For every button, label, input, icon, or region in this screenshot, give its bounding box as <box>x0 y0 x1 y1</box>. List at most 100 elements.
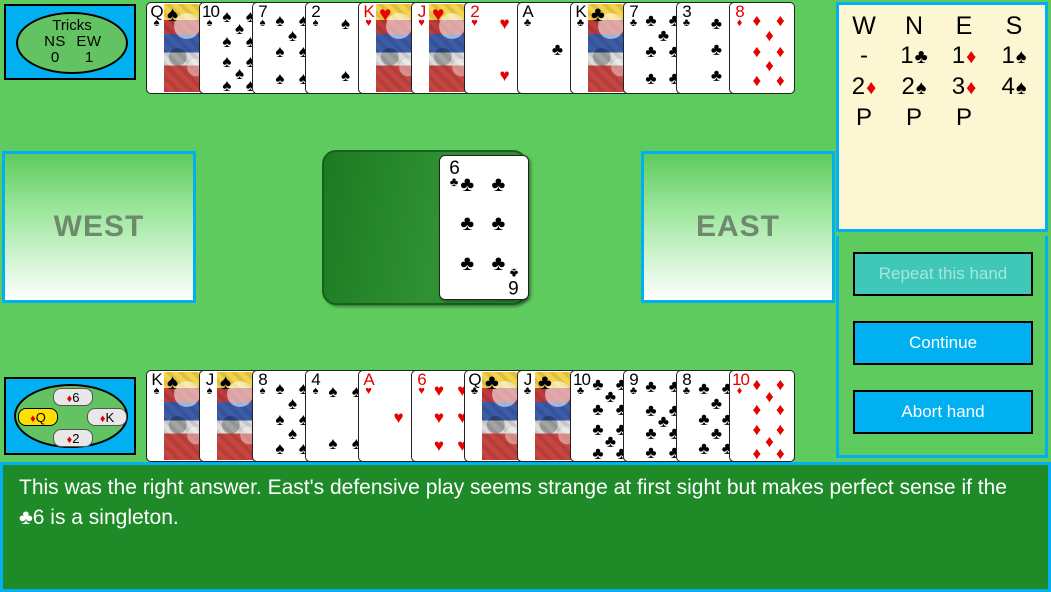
card-pip: ♥ <box>499 65 510 85</box>
card-pip: ♣ <box>698 378 710 398</box>
card-corner: 10 ♠ <box>202 2 220 29</box>
card-corner: 8 ♦ <box>735 2 744 29</box>
card-corner: 2 ♥ <box>470 2 479 29</box>
card-suit-symbol: ♣ <box>591 3 605 26</box>
bidding-header-n: N <box>904 12 924 40</box>
card-pip: ♦ <box>765 387 774 407</box>
card-pip: ♠ <box>340 65 351 85</box>
card-corner: 8 ♠ <box>258 370 267 397</box>
card-corner: K ♠ <box>151 370 162 397</box>
card-pip: ♣ <box>710 423 723 443</box>
seat-panel-west[interactable]: WEST <box>2 151 196 303</box>
tricks-oval: Tricks NS EW 01 <box>16 12 128 74</box>
card-pip: ♦ <box>765 432 774 452</box>
bid-cell: - <box>860 42 868 69</box>
tricks-side-labels: NS EW <box>18 34 126 50</box>
abort-hand-button[interactable]: Abort hand <box>853 390 1033 434</box>
played-card-pip: ♣ <box>491 212 506 236</box>
previous-trick-card-west: ♦Q <box>18 408 58 426</box>
card-pip: ♠ <box>275 378 285 398</box>
card-corner: J ♥ <box>417 2 427 29</box>
bid-cell: 4♠ <box>1001 73 1027 100</box>
card-pip: ♦ <box>752 10 762 30</box>
playing-card[interactable]: 8 ♦ ♦ ♦ ♦ ♦ ♦ ♦ ♦ ♦ <box>729 2 795 94</box>
card-pip: ♣ <box>645 377 657 397</box>
card-pip: ♠ <box>328 382 338 402</box>
card-corner: A ♣ <box>522 2 533 29</box>
card-pip: ♠ <box>222 31 232 51</box>
card-pip: ♠ <box>275 69 285 89</box>
card-pip: ♦ <box>775 420 785 440</box>
card-pip: ♠ <box>275 41 285 61</box>
card-corner: 6 ♥ <box>417 370 426 397</box>
repeat-hand-label: Repeat this hand <box>878 264 1008 283</box>
card-pip: ♠ <box>275 439 285 459</box>
card-pip: ♦ <box>775 444 785 462</box>
bidding-header-e: E <box>955 12 973 40</box>
tricks-value-ew: 1 <box>84 49 94 66</box>
seat-panel-east[interactable]: EAST <box>641 151 835 303</box>
card-pip: ♣ <box>710 14 723 34</box>
game-table: Tricks NS EW 01 ♦6 ♦Q ♦K ♦2 Q ♠ ♠ 10 ♠ ♠ ♠ ♠ ♠ ♠ ♠ ♠… <box>0 0 1051 462</box>
previous-trick-card-north: ♦6 <box>53 388 93 406</box>
card-pip: ♦ <box>752 444 762 462</box>
bid-cell <box>989 103 1039 133</box>
card-pip: ♦ <box>775 41 785 61</box>
tricks-values: 01 <box>18 50 126 66</box>
card-suit-symbol: ♥ <box>432 3 445 26</box>
bid-cell: 1♠ <box>1001 42 1027 69</box>
card-pip: ♣ <box>698 439 710 459</box>
card-pip: ♦ <box>775 375 785 395</box>
card-pip: ♣ <box>592 375 604 395</box>
card-corner: J ♠ <box>205 370 215 397</box>
card-pip: ♣ <box>592 444 604 462</box>
previous-trick-oval: ♦6 ♦Q ♦K ♦2 <box>14 384 128 448</box>
card-pip: ♦ <box>775 71 785 91</box>
bid-cell: P <box>955 104 972 131</box>
button-column: Repeat this hand Continue Abort hand <box>836 236 1048 458</box>
card-pip: ♥ <box>433 408 444 428</box>
card-pip: ♦ <box>775 10 785 30</box>
card-corner: Q ♣ <box>468 370 481 397</box>
card-suit-symbol: ♥ <box>379 3 392 26</box>
card-pips: ♦ ♦ ♦ ♦ ♦ ♦ ♦ ♦ ♦ ♦ <box>747 373 792 462</box>
card-corner: A ♥ <box>363 370 374 397</box>
card-pip: ♣ <box>645 41 657 61</box>
card-corner: Q ♠ <box>150 2 163 29</box>
bid-cell: 2♠ <box>901 73 927 100</box>
card-suit-symbol: ♣ <box>538 371 552 394</box>
tricks-title: Tricks <box>52 17 92 34</box>
played-card-pip: ♣ <box>460 251 475 275</box>
card-pip: ♠ <box>287 394 298 414</box>
card-corner: 7 ♣ <box>629 2 638 29</box>
played-card-east: 6 ♣ 6 ♣ ♣ ♣ ♣ ♣ ♣ ♣ <box>439 155 529 300</box>
card-pip: ♠ <box>275 409 285 429</box>
card-pip: ♦ <box>752 399 762 419</box>
bidding-header-row: WN E S <box>839 11 1045 41</box>
playing-card[interactable]: 10 ♦ ♦ ♦ ♦ ♦ ♦ ♦ ♦ ♦ ♦ ♦ <box>729 370 795 462</box>
seat-label-east: EAST <box>695 210 780 243</box>
previous-trick-indicator[interactable]: ♦6 ♦Q ♦K ♦2 <box>4 377 136 455</box>
continue-button[interactable]: Continue <box>853 321 1033 365</box>
card-suit-symbol: ♠ <box>220 371 232 394</box>
repeat-hand-button[interactable]: Repeat this hand <box>853 252 1033 296</box>
card-pip: ♦ <box>765 26 774 46</box>
played-card-pip: ♣ <box>491 173 506 197</box>
card-corner: K ♣ <box>575 2 586 29</box>
card-pip: ♥ <box>499 14 510 34</box>
card-pip: ♠ <box>222 7 232 27</box>
bid-cell: 2♦ <box>851 73 877 100</box>
card-pip: ♣ <box>710 40 723 60</box>
card-pip: ♦ <box>752 420 762 440</box>
card-pip: ♦ <box>752 375 762 395</box>
card-corner: 2 ♠ <box>311 2 320 29</box>
card-pip: ♠ <box>328 433 338 453</box>
bidding-row: - 1♣ 1♦ 1♠ <box>839 41 1045 72</box>
played-card-pip: ♣ <box>460 173 475 197</box>
card-corner: 8 ♣ <box>682 370 691 397</box>
card-pip: ♣ <box>592 420 604 440</box>
seat-label-west: WEST <box>53 210 145 243</box>
bidding-header-s: S <box>1005 12 1023 40</box>
card-pip: ♠ <box>287 423 298 443</box>
card-pip: ♣ <box>698 409 710 429</box>
